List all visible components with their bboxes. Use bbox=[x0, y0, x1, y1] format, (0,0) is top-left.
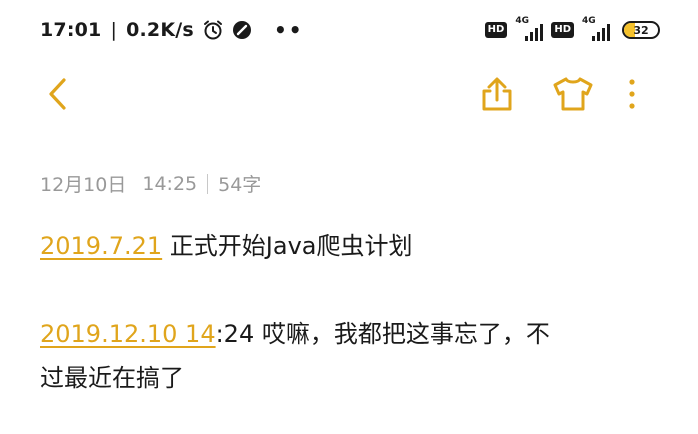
note-metadata: 12月10日 14:25 54字 bbox=[40, 170, 261, 197]
date-link[interactable]: 2019.12.10 14 bbox=[40, 320, 216, 348]
note-body[interactable]: 2019.7.21 正式开始Java爬虫计划 2019.12.10 14:24 … bbox=[40, 224, 620, 400]
hd-badge-2: HD bbox=[551, 22, 574, 38]
note-time: 14:25 bbox=[142, 172, 198, 195]
note-text: :24 哎嘛，我都把这事忘了，不 bbox=[215, 320, 550, 348]
network-speed: 0.2K/s bbox=[126, 19, 194, 41]
battery-level: 32 bbox=[633, 23, 649, 37]
more-notifications-dots: •• bbox=[273, 18, 304, 42]
more-button[interactable] bbox=[622, 74, 642, 114]
clock-time: 17:01 bbox=[40, 19, 102, 41]
note-line: 过最近在搞了 bbox=[40, 356, 620, 400]
note-text: 过最近在搞了 bbox=[40, 364, 184, 392]
signal-bars-icon: 4G bbox=[582, 16, 610, 41]
note-text: 正式开始Java爬虫计划 bbox=[162, 232, 413, 260]
share-button[interactable] bbox=[477, 74, 517, 114]
network-type-1: 4G bbox=[515, 16, 529, 26]
meta-divider bbox=[207, 173, 209, 194]
tshirt-icon bbox=[553, 77, 593, 111]
battery-icon: 32 bbox=[622, 21, 660, 39]
note-date: 12月10日 bbox=[40, 174, 127, 196]
note-line: 2019.12.10 14:24 哎嘛，我都把这事忘了，不 bbox=[40, 312, 620, 356]
share-icon bbox=[482, 77, 512, 111]
notes-app-screen: 17:01 | 0.2K/s •• HD 4G HD 4G 32 12月10日 … bbox=[0, 0, 698, 434]
status-right: HD 4G HD 4G 32 bbox=[484, 16, 660, 41]
date-link[interactable]: 2019.7.21 bbox=[40, 232, 162, 260]
network-type-2: 4G bbox=[582, 16, 596, 26]
word-count: 54字 bbox=[218, 174, 262, 196]
hd-badge-1: HD bbox=[484, 22, 508, 38]
theme-button[interactable] bbox=[549, 74, 597, 114]
chevron-left-icon bbox=[49, 78, 66, 110]
more-vertical-icon bbox=[629, 79, 635, 109]
signal-bars-icon: 4G bbox=[515, 16, 544, 41]
note-toolbar bbox=[38, 74, 642, 114]
status-bar: 17:01 | 0.2K/s •• HD 4G HD 4G 32 bbox=[40, 14, 660, 46]
status-separator: | bbox=[110, 19, 118, 41]
back-button[interactable] bbox=[38, 74, 78, 114]
do-not-disturb-icon bbox=[232, 20, 252, 40]
status-left: 17:01 | 0.2K/s •• bbox=[40, 19, 304, 41]
note-line: 2019.7.21 正式开始Java爬虫计划 bbox=[40, 224, 620, 268]
alarm-clock-icon bbox=[202, 19, 224, 41]
